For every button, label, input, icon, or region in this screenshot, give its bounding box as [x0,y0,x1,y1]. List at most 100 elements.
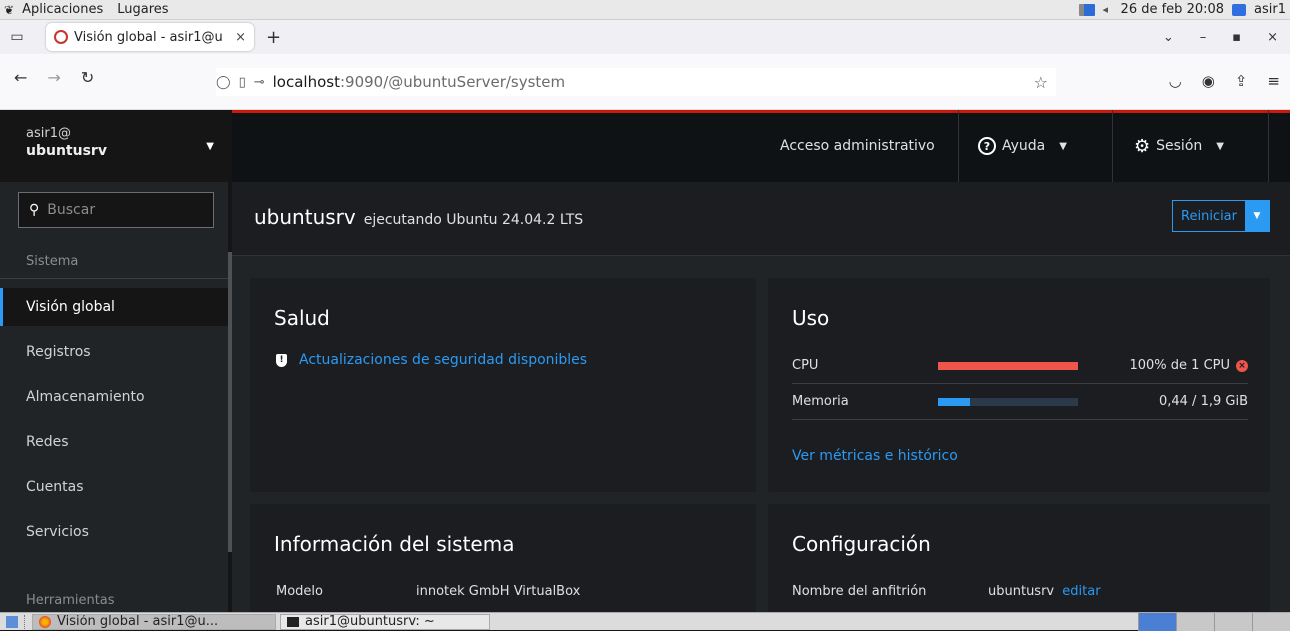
workspace-switcher [1138,612,1290,631]
user-screen-icon [1232,3,1247,16]
model-value: innotek GmbH VirtualBox [416,584,581,599]
admin-access-label: Acceso administrativo [780,138,935,154]
sidebar-item-networking[interactable]: Redes [0,423,228,461]
extensions-icon[interactable]: ⇪ [1235,72,1248,90]
system-top-bar: ❦ Aplicaciones Lugares ◂ 26 de feb 20:08… [0,0,1290,20]
bookmark-star-icon[interactable]: ☆ [1034,73,1056,92]
os-description: ejecutando Ubuntu 24.04.2 LTS [363,212,584,228]
usage-card: Uso CPU 100% de 1 CPU × Memoria 0,44 / 1… [768,278,1270,492]
show-desktop-icon[interactable] [6,615,18,628]
cockpit-app: asir1@ ubuntusrv ▼ Acceso administrativo… [0,110,1290,612]
help-label: Ayuda [1002,138,1046,154]
security-updates-link[interactable]: ! Actualizaciones de seguridad disponibl… [276,352,587,368]
system-user[interactable]: asir1 [1254,2,1286,17]
taskbar: Visión global - asir1@u... asir1@ubuntus… [0,612,1290,631]
edit-hostname-link[interactable]: editar [1062,584,1100,599]
page-hostname: ubuntusrv [254,205,356,229]
memory-bar-fill [938,398,971,406]
usage-title: Uso [792,306,830,330]
header-separator [958,110,959,182]
model-label: Modelo [276,584,323,599]
hostname-value: ubuntusrv editar [988,584,1101,599]
shield-alert-icon: ! [276,353,287,367]
cpu-row: CPU 100% de 1 CPU × [792,350,1248,384]
places-menu[interactable]: Lugares [117,2,168,17]
forward-icon[interactable]: → [47,68,60,87]
sidebar-item-services[interactable]: Servicios [0,513,228,551]
close-tab-icon[interactable]: × [235,30,246,45]
main-content: ubuntusrv ejecutando Ubuntu 24.04.2 LTS R… [232,182,1290,612]
cpu-bar [938,362,1078,370]
maximize-icon[interactable]: ▪ [1232,30,1241,45]
configuration-title: Configuración [792,532,931,556]
firefox-icon [39,615,51,628]
page-icon[interactable]: ▯ [239,75,246,90]
back-icon[interactable]: ← [14,68,27,87]
search-icon: ⚲ [29,202,40,218]
page-header: ubuntusrv ejecutando Ubuntu 24.04.2 LTS R… [232,182,1290,256]
search-placeholder: Buscar [47,202,96,218]
view-metrics-link[interactable]: Ver métricas e histórico [792,448,958,464]
memory-row: Memoria 0,44 / 1,9 GiB [792,386,1248,420]
restart-button[interactable]: Reiniciar [1173,209,1245,224]
reload-icon[interactable]: ↻ [81,68,94,87]
taskbar-window-terminal[interactable]: asir1@ubuntusrv: ~ [280,613,490,630]
page-title: ubuntusrv ejecutando Ubuntu 24.04.2 LTS [254,205,583,229]
browser-tab[interactable]: Visión global - asir1@u × [46,23,254,51]
shield-tracking-icon[interactable]: ◯ [216,75,231,90]
session-label: Sesión [1156,138,1203,154]
taskbar-window-browser[interactable]: Visión global - asir1@u... [32,613,276,630]
workspace-1[interactable] [1138,612,1176,631]
system-info-card: Información del sistema Modelo innotek G… [250,504,756,612]
sidebar-item-logs[interactable]: Registros [0,333,228,371]
pocket-icon[interactable]: ◡ [1169,72,1182,90]
sidebar-item-accounts[interactable]: Cuentas [0,468,228,506]
cpu-value: 100% de 1 CPU × [1129,358,1248,373]
network-icon[interactable] [1078,3,1095,16]
memory-value: 0,44 / 1,9 GiB [1158,394,1248,409]
gnome-foot-icon: ❦ [4,2,15,17]
health-title: Salud [274,306,330,330]
app-menu-icon[interactable]: ≡ [1267,72,1280,90]
admin-access-button[interactable]: Acceso administrativo [780,110,935,182]
url-bar[interactable]: ◯ ▯ ⊸ localhost :9090/@ubuntuServer/syst… [216,68,1056,96]
tab-list-icon[interactable]: ▭ [4,24,30,50]
restart-dropdown-icon[interactable]: ▼ [1245,201,1269,231]
section-tools-label: Herramientas [26,593,115,608]
cockpit-header: asir1@ ubuntusrv ▼ Acceso administrativo… [0,110,1290,182]
new-tab-icon[interactable]: + [266,27,281,48]
minimize-icon[interactable]: – [1200,30,1207,45]
help-menu[interactable]: ? Ayuda ▼ [978,110,1067,182]
workspace-2[interactable] [1176,612,1214,631]
header-accent-line [232,110,1290,113]
host-switcher[interactable]: asir1@ ubuntusrv ▼ [0,110,232,182]
caret-down-icon: ▼ [1059,140,1067,152]
cpu-bar-fill [938,362,1078,370]
host-name: ubuntusrv [26,143,107,159]
url-host: localhost [272,73,340,91]
sidebar-item-storage[interactable]: Almacenamiento [0,378,228,416]
account-icon[interactable]: ◉ [1202,72,1215,90]
search-input[interactable]: ⚲ Buscar [18,192,214,228]
session-menu[interactable]: ⚙ Sesión ▼ [1134,110,1224,182]
tab-overflow-icon[interactable]: ⌄ [1163,30,1174,45]
caret-down-icon: ▼ [1216,140,1224,152]
workspace-3[interactable] [1214,612,1252,631]
sidebar-item-overview[interactable]: Visión global [0,288,228,326]
cockpit-favicon-icon [54,30,68,44]
workspace-4[interactable] [1252,612,1290,631]
error-circle-icon: × [1236,359,1248,372]
configuration-card: Configuración Nombre del anfitrión ubunt… [768,504,1270,612]
close-window-icon[interactable]: × [1267,30,1278,45]
applications-menu[interactable]: Aplicaciones [22,2,103,17]
cpu-label: CPU [792,358,819,373]
taskbar-window-terminal-label: asir1@ubuntusrv: ~ [305,614,435,629]
volume-icon[interactable]: ◂ [1103,4,1113,15]
clock[interactable]: 26 de feb 20:08 [1121,2,1224,17]
browser-nav-bar: ← → ↻ ◯ ▯ ⊸ localhost :9090/@ubuntuServe… [0,54,1290,110]
key-icon[interactable]: ⊸ [254,75,265,90]
browser-tab-bar: ▭ Visión global - asir1@u × + ⌄ – ▪ × [0,20,1290,54]
tab-title: Visión global - asir1@u [74,29,223,45]
memory-label: Memoria [792,394,849,409]
header-separator [1112,110,1113,182]
